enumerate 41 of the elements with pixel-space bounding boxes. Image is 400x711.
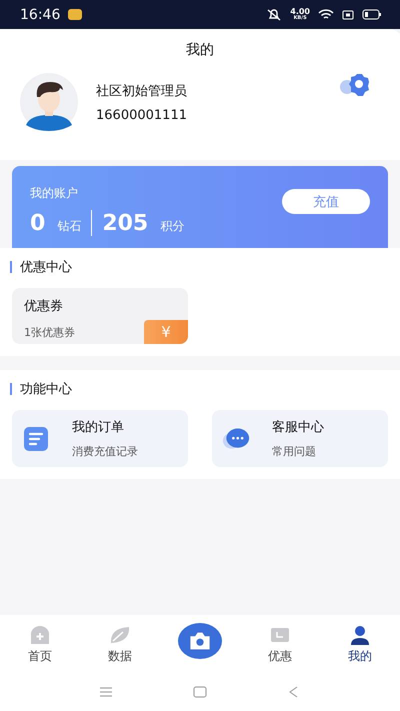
- stat-unit: 钻石: [57, 218, 82, 234]
- wifi-icon: [318, 8, 334, 20]
- network-speed: 4.00: [290, 8, 310, 16]
- tab-button[interactable]: 数据: [80, 615, 160, 672]
- tab-button[interactable]: 首页: [0, 615, 80, 672]
- account-title: 我的账户: [30, 185, 79, 202]
- ticket-icon: [268, 625, 292, 645]
- page-title: 我的: [185, 41, 215, 59]
- stat-value: 0: [30, 210, 46, 236]
- document-icon: [22, 424, 50, 452]
- feature-card[interactable]: 客服中心 常用问题: [212, 410, 388, 467]
- feature-card[interactable]: 我的订单 消费充值记录: [12, 410, 188, 467]
- user-name: 社区初始管理员: [96, 82, 188, 100]
- settings-icon[interactable]: [338, 72, 370, 98]
- home-icon[interactable]: [193, 686, 207, 698]
- phone-number: 16600001111: [96, 108, 188, 122]
- notification-icon: [68, 9, 82, 20]
- stat-value: 205: [102, 210, 148, 236]
- person-icon: [348, 625, 372, 645]
- stat-unit: 积分: [160, 218, 184, 234]
- camera-button[interactable]: [178, 623, 222, 659]
- home-icon: [28, 625, 52, 645]
- sim-icon: [342, 10, 354, 20]
- tab-button[interactable]: 优惠: [240, 615, 320, 672]
- card-title: 优惠券: [24, 298, 64, 315]
- menu-icon[interactable]: [99, 686, 113, 698]
- tab-button[interactable]: 我的: [320, 615, 400, 672]
- leaf-icon: [108, 625, 132, 645]
- section-title: 优惠中心: [20, 259, 72, 276]
- section-title: 功能中心: [20, 381, 72, 398]
- battery-icon: [362, 9, 382, 20]
- card-subtitle: 常用问题: [272, 444, 316, 459]
- ticket-badge: ¥: [144, 320, 188, 344]
- card-title: 我的订单: [72, 419, 125, 436]
- coupon-card[interactable]: 优惠券 1张优惠券 ¥: [12, 288, 188, 344]
- mute-icon: [266, 8, 282, 20]
- card-subtitle: 消费充值记录: [72, 444, 138, 459]
- card-subtitle: 1张优惠券: [24, 325, 75, 340]
- camera-icon: [188, 631, 212, 651]
- status-time: 16:46: [20, 6, 60, 22]
- card-title: 客服中心: [272, 419, 324, 436]
